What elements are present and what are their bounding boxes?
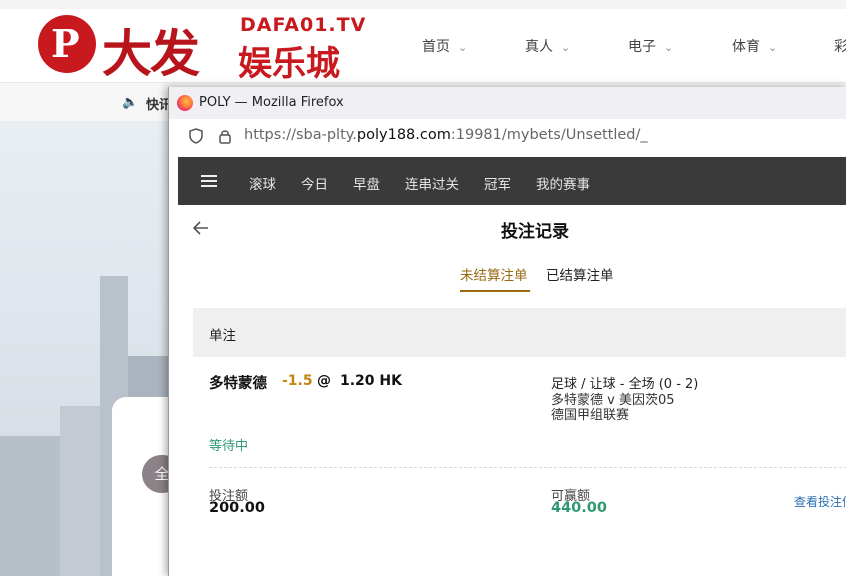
building-silhouette bbox=[0, 436, 60, 576]
bet-status: 等待中 bbox=[209, 439, 249, 454]
tab-settled[interactable]: 已结算注单 bbox=[546, 264, 614, 284]
chevron-down-icon: ⌄ bbox=[458, 41, 468, 54]
chevron-down-icon: ⌄ bbox=[561, 41, 571, 54]
nav-live-label: 真人 bbox=[525, 39, 553, 55]
nav-live-casino[interactable]: 真人 ⌄ bbox=[525, 36, 570, 56]
site-logo[interactable]: P 大发 DAFA01.TV 娱乐城 bbox=[38, 12, 368, 84]
hamburger-menu-icon[interactable] bbox=[201, 175, 217, 187]
tab-my-events[interactable]: 我的赛事 bbox=[536, 173, 590, 193]
nav-slots[interactable]: 电子 ⌄ bbox=[628, 36, 673, 56]
tab-outright[interactable]: 冠军 bbox=[484, 173, 511, 193]
active-tab-indicator bbox=[460, 290, 530, 292]
bet-odds: 1.20 HK bbox=[340, 373, 402, 389]
url-host: poly188.com bbox=[356, 127, 451, 143]
page-title: 投注记录 bbox=[501, 222, 569, 242]
view-bet-details-link[interactable]: 查看投注信 bbox=[794, 493, 846, 510]
sports-nav-bar: 滚球 今日 早盘 连串过关 冠军 我的赛事 bbox=[178, 157, 846, 205]
divider bbox=[209, 467, 846, 468]
stake-value: 200.00 bbox=[209, 500, 265, 516]
logo-emblem: P bbox=[38, 15, 96, 73]
chevron-down-icon: ⌄ bbox=[664, 41, 674, 54]
logo-domain: DAFA01.TV bbox=[240, 14, 367, 36]
section-header: 单注 bbox=[193, 308, 846, 357]
window-title: POLY — Mozilla Firefox bbox=[199, 95, 344, 110]
nav-slots-label: 电子 bbox=[628, 39, 656, 55]
shield-icon[interactable] bbox=[189, 128, 203, 144]
logo-brand-text: 大发 bbox=[102, 24, 200, 83]
url-prefix: https://sba-plty. bbox=[244, 127, 357, 143]
url-text[interactable]: https://sba-plty.poly188.com:19981/mybet… bbox=[244, 127, 648, 143]
building-silhouette bbox=[60, 406, 100, 576]
nav-sports[interactable]: 体育 ⌄ bbox=[732, 36, 777, 56]
back-arrow-icon[interactable] bbox=[191, 218, 211, 238]
nav-lottery[interactable]: 彩 bbox=[834, 36, 846, 56]
window-titlebar: POLY — Mozilla Firefox bbox=[169, 87, 846, 119]
bet-at-symbol: @ bbox=[317, 373, 331, 389]
firefox-window: POLY — Mozilla Firefox https://sba-plty.… bbox=[168, 87, 846, 576]
bet-selection-team: 多特蒙德 bbox=[209, 376, 267, 392]
tab-parlay[interactable]: 连串过关 bbox=[405, 173, 459, 193]
logo-subtitle: 娱乐城 bbox=[238, 44, 340, 84]
bet-handicap: -1.5 bbox=[282, 373, 313, 389]
site-header: P 大发 DAFA01.TV 娱乐城 首页 ⌄ 真人 ⌄ 电子 ⌄ 体育 ⌄ 彩 bbox=[0, 0, 846, 84]
tab-early[interactable]: 早盘 bbox=[353, 173, 380, 193]
tab-in-play[interactable]: 滚球 bbox=[249, 173, 276, 193]
url-suffix: :19981/mybets/Unsettled/_ bbox=[450, 127, 648, 143]
logo-glyph: P bbox=[51, 21, 80, 66]
tab-today[interactable]: 今日 bbox=[301, 173, 328, 193]
tab-unsettled[interactable]: 未结算注单 bbox=[460, 264, 528, 284]
potential-win-value: 440.00 bbox=[551, 500, 607, 516]
nav-lottery-label: 彩 bbox=[834, 39, 846, 55]
nav-sports-label: 体育 bbox=[732, 39, 760, 55]
firefox-icon bbox=[177, 95, 193, 111]
speaker-icon: 🔈 bbox=[122, 95, 139, 110]
nav-home-label: 首页 bbox=[422, 39, 450, 55]
bet-league: 德国甲组联赛 bbox=[551, 408, 630, 423]
top-strip bbox=[0, 0, 846, 9]
section-label: 单注 bbox=[209, 328, 236, 344]
lock-icon[interactable] bbox=[219, 128, 231, 144]
nav-home[interactable]: 首页 ⌄ bbox=[422, 36, 467, 56]
chevron-down-icon: ⌄ bbox=[768, 41, 778, 54]
